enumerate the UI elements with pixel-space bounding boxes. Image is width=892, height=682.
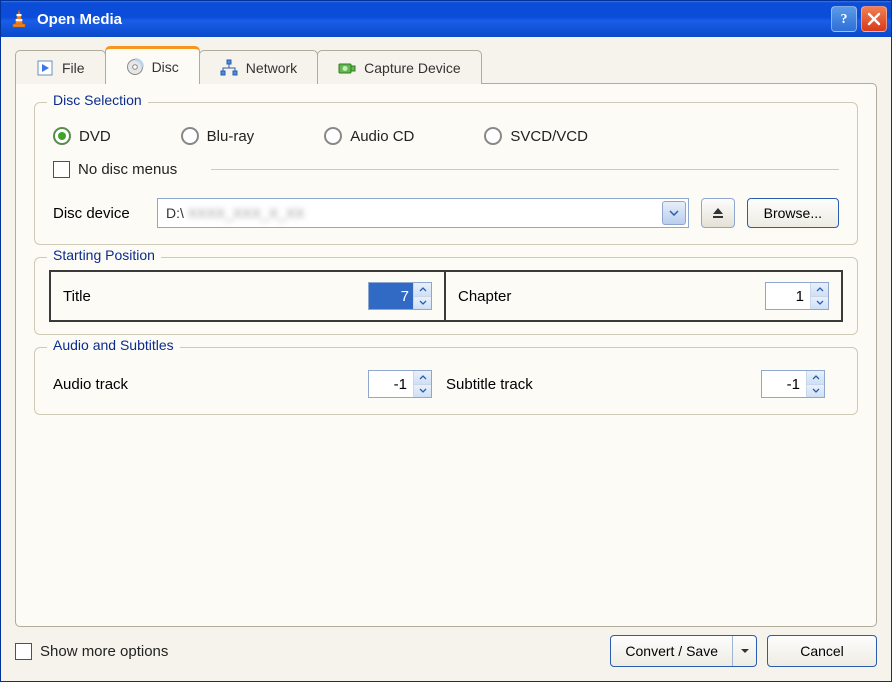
spinner-arrows [413,283,431,309]
checkbox-icon [15,643,32,660]
chapter-value: 1 [766,283,810,309]
cancel-button[interactable]: Cancel [767,635,877,667]
title-value: 7 [369,283,413,309]
dialog-footer: Show more options Convert / Save Cancel [15,627,877,667]
no-disc-menus-checkbox[interactable]: No disc menus [53,161,177,178]
title-spinner[interactable]: 7 [368,282,432,310]
tab-disc-label: Disc [152,59,179,75]
audio-track-value: -1 [369,371,413,397]
tab-capture-label: Capture Device [364,60,461,76]
radio-dvd-label: DVD [79,128,111,145]
chevron-down-icon [414,385,431,398]
starting-position-group: Starting Position Title 7 Chap [34,257,858,335]
disc-panel: Disc Selection DVD Blu-ray Audio CD [15,83,877,627]
vlc-cone-icon [9,9,29,29]
chevron-up-icon [807,371,824,385]
chevron-down-icon [807,385,824,398]
audio-subtitles-group: Audio and Subtitles Audio track -1 [34,347,858,415]
tab-capture[interactable]: Capture Device [317,50,482,84]
convert-save-button[interactable]: Convert / Save [610,635,757,667]
chapter-label: Chapter [458,288,755,305]
eject-button[interactable] [701,198,735,228]
spinner-arrows [810,283,828,309]
audio-track-spinner[interactable]: -1 [368,370,432,398]
open-media-dialog: Open Media ? File Disc [0,0,892,682]
window-title: Open Media [37,11,827,28]
file-icon [36,59,54,77]
starting-position-title: Starting Position [47,247,161,263]
disc-icon [126,58,144,76]
title-bar: Open Media ? [1,1,891,37]
chapter-spinner[interactable]: 1 [765,282,829,310]
chevron-up-icon [414,371,431,385]
tab-disc[interactable]: Disc [105,46,200,84]
tab-strip: File Disc Network Capture Device [15,46,877,84]
dialog-body: File Disc Network Capture Device [1,37,891,681]
subtitle-track-label: Subtitle track [446,376,751,393]
tab-network-label: Network [246,60,297,76]
capture-icon [338,59,356,77]
radio-empty-icon [324,127,342,145]
radio-audio-cd-label: Audio CD [350,128,414,145]
chevron-down-icon [811,297,828,310]
disc-selection-title: Disc Selection [47,92,148,108]
tab-file-label: File [62,60,85,76]
separator [211,169,839,170]
disc-device-label: Disc device [53,205,145,222]
chevron-down-icon [662,201,686,225]
no-disc-menus-label: No disc menus [78,161,177,178]
browse-label: Browse... [764,205,822,221]
browse-button[interactable]: Browse... [747,198,839,228]
radio-svcd-label: SVCD/VCD [510,128,588,145]
chevron-down-icon [414,297,431,310]
radio-dot-icon [53,127,71,145]
radio-empty-icon [484,127,502,145]
show-more-options-label: Show more options [40,643,168,660]
close-button[interactable] [861,6,887,32]
tab-file[interactable]: File [15,50,106,84]
radio-audio-cd[interactable]: Audio CD [324,127,414,145]
chevron-up-icon [811,283,828,297]
title-label: Title [63,288,358,305]
spinner-arrows [413,371,431,397]
radio-empty-icon [181,127,199,145]
network-icon [220,59,238,77]
audio-track-label: Audio track [53,376,358,393]
disc-device-combo[interactable]: D:\ XXXX_XXX_X_XX [157,198,689,228]
audio-subtitles-title: Audio and Subtitles [47,337,180,353]
radio-bluray-label: Blu-ray [207,128,255,145]
radio-bluray[interactable]: Blu-ray [181,127,255,145]
disc-device-value: D:\ XXXX_XXX_X_XX [166,205,662,221]
svg-text:?: ? [841,12,848,27]
cancel-label: Cancel [800,643,844,659]
subtitle-track-value: -1 [762,371,806,397]
spinner-arrows [806,371,824,397]
radio-svcd[interactable]: SVCD/VCD [484,127,588,145]
tab-network[interactable]: Network [199,50,318,84]
chevron-down-icon[interactable] [732,636,756,666]
checkbox-icon [53,161,70,178]
disc-type-radios: DVD Blu-ray Audio CD SVCD/VCD [53,121,839,161]
convert-save-label: Convert / Save [611,636,732,666]
disc-selection-group: Disc Selection DVD Blu-ray Audio CD [34,102,858,245]
subtitle-track-spinner[interactable]: -1 [761,370,825,398]
show-more-options-checkbox[interactable]: Show more options [15,643,168,660]
chevron-up-icon [414,283,431,297]
radio-dvd[interactable]: DVD [53,127,111,145]
help-button[interactable]: ? [831,6,857,32]
